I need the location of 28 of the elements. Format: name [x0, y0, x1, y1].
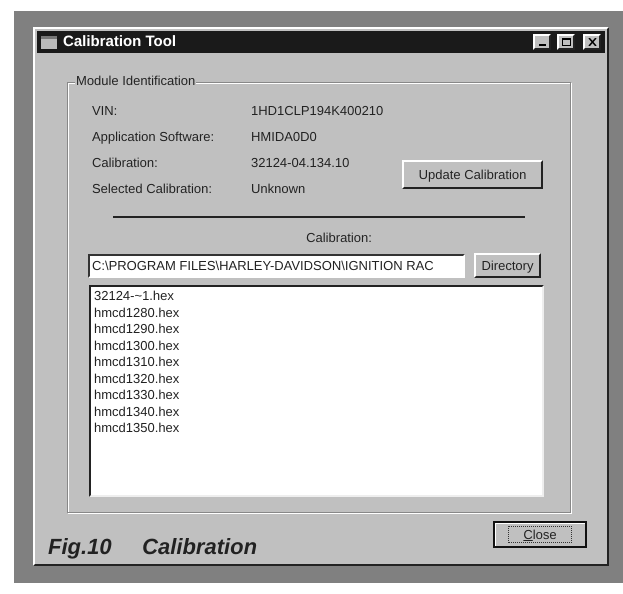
minimize-button[interactable]: [533, 34, 551, 50]
file-item[interactable]: hmcd1290.hex: [94, 321, 180, 338]
field-label: VIN:: [92, 102, 118, 119]
file-item[interactable]: hmcd1340.hex: [94, 404, 180, 420]
window-title: Calibration Tool: [63, 32, 178, 52]
field-label: Calibration:: [92, 154, 159, 171]
update-calibration-button[interactable]: Update Calibration: [402, 160, 543, 189]
directory-button[interactable]: Directory: [474, 253, 541, 278]
field-value: HMIDA0D0: [251, 128, 317, 145]
close-icon[interactable]: [583, 34, 601, 50]
field-label: Selected Calibration:: [92, 180, 213, 197]
file-item[interactable]: hmcd1330.hex: [94, 387, 180, 404]
path-field[interactable]: C:\PROGRAM FILES\HARLEY-DAVIDSON\IGNITION RAC: [88, 254, 465, 278]
field-label: Application Software:: [92, 128, 216, 145]
field-value: Unknown: [251, 180, 306, 197]
file-item[interactable]: hmcd1280.hex: [94, 304, 180, 321]
figure-caption: Fig.10 Calibration: [48, 534, 258, 560]
file-item[interactable]: hmcd1320.hex: [94, 370, 180, 387]
file-item[interactable]: 32124-~1.hex: [94, 288, 174, 304]
file-item[interactable]: hmcd1300.hex: [94, 338, 180, 354]
field-value: 1HD1CLP194K400210: [251, 102, 384, 119]
close-button[interactable]: Close: [493, 521, 587, 548]
file-item[interactable]: hmcd1350.hex: [94, 420, 180, 436]
maximize-button[interactable]: [557, 34, 575, 50]
window-icon: [41, 36, 57, 48]
file-item[interactable]: hmcd1310.hex: [94, 354, 180, 370]
field-value: 32124-04.134.10: [251, 154, 350, 171]
calibration-label: Calibration:: [306, 230, 372, 246]
